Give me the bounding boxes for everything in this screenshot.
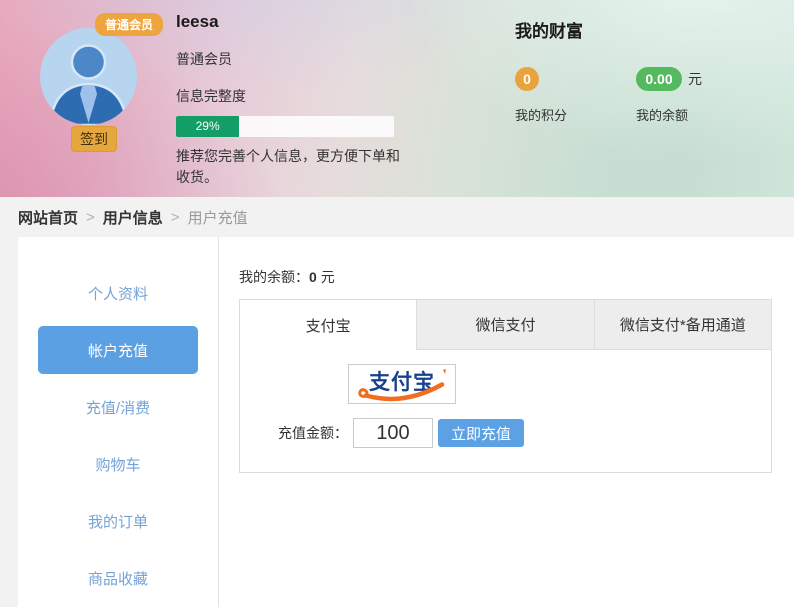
recharge-form: 充值金额： 立即充值 xyxy=(278,418,771,448)
balance-column: 0.00 元 我的余额 xyxy=(636,67,757,124)
sidebar-item-profile[interactable]: 个人资料 xyxy=(18,265,218,322)
payment-tabs: 支付宝 微信支付 微信支付*备用通道 xyxy=(240,300,771,350)
points-label: 我的积分 xyxy=(515,108,568,123)
points-badge: 0 xyxy=(515,67,539,91)
breadcrumb-separator: > xyxy=(86,208,95,226)
tab-alipay[interactable]: 支付宝 xyxy=(240,300,417,350)
balance-label: 我的余额 xyxy=(636,108,689,123)
recharge-content: 我的余额：0 元 支付宝 微信支付 微信支付*备用通道 支付宝 充值金额： 10… xyxy=(219,237,794,607)
user-info-block: leesa 普通会员 信息完整度 29% 推荐您完善个人信息，更方便下单和收货。 xyxy=(176,12,416,188)
points-column: 0 我的积分 xyxy=(515,67,636,124)
username: leesa xyxy=(176,12,219,31)
breadcrumb: 网站首页 > 用户信息 > 用户充值 xyxy=(0,197,794,237)
amount-input[interactable] xyxy=(353,418,433,448)
my-wealth-section: 我的财富 0 我的积分 0.00 元 我的余额 xyxy=(515,17,757,124)
left-gray-rail xyxy=(0,237,18,607)
alipay-trademark-tick xyxy=(443,369,446,374)
user-profile-header: 普通会员 签到 leesa 普通会员 信息完整度 29% 推荐您完善个人信息，更… xyxy=(0,0,794,197)
breadcrumb-current-page: 用户充值 xyxy=(187,209,248,227)
sidebar-item-recharge[interactable]: 帐户充值 xyxy=(38,326,198,374)
member-level-badge: 普通会员 xyxy=(95,13,164,36)
alipay-logo-box: 支付宝 xyxy=(348,364,456,404)
user-avatar[interactable] xyxy=(40,28,137,125)
user-avatar-icon xyxy=(48,44,129,125)
alipay-logo: 支付宝 xyxy=(358,369,446,402)
balance-line-unit: 元 xyxy=(320,269,335,285)
breadcrumb-separator: > xyxy=(170,208,180,226)
profile-recommendation-text: 推荐您完善个人信息，更方便下单和收货。 xyxy=(176,148,400,185)
tab-wechat-pay[interactable]: 微信支付 xyxy=(416,300,594,350)
breadcrumb-user-info-link[interactable]: 用户信息 xyxy=(103,207,163,228)
balance-unit: 元 xyxy=(688,71,702,87)
amount-label: 充值金额： xyxy=(278,425,348,441)
sidebar-item-cart[interactable]: 购物车 xyxy=(18,436,218,493)
tab-wechat-pay-backup[interactable]: 微信支付*备用通道 xyxy=(593,300,771,350)
breadcrumb-home-link[interactable]: 网站首页 xyxy=(18,207,78,228)
account-sidebar: 个人资料 帐户充值 充值/消费 购物车 我的订单 商品收藏 xyxy=(18,237,219,607)
sidebar-item-orders[interactable]: 我的订单 xyxy=(18,493,218,550)
balance-badge: 0.00 xyxy=(636,67,682,91)
completeness-progress-bar: 29% xyxy=(176,116,394,137)
recharge-now-button[interactable]: 立即充值 xyxy=(438,419,525,447)
payment-tab-box: 支付宝 微信支付 微信支付*备用通道 支付宝 充值金额： 立即充值 xyxy=(239,299,772,473)
sign-in-button[interactable]: 签到 xyxy=(71,126,117,152)
sidebar-item-recharge-history[interactable]: 充值/消费 xyxy=(18,379,218,436)
member-level-text: 普通会员 xyxy=(176,51,232,67)
balance-line: 我的余额：0 元 xyxy=(239,267,772,287)
page-body: 个人资料 帐户充值 充值/消费 购物车 我的订单 商品收藏 我的余额：0 元 支… xyxy=(0,237,794,607)
completeness-label: 信息完整度 xyxy=(176,88,246,104)
alipay-tab-content: 支付宝 充值金额： 立即充值 xyxy=(240,350,771,472)
wealth-title: 我的财富 xyxy=(515,22,583,41)
balance-line-label: 我的余额： xyxy=(239,269,309,285)
sidebar-item-favorites[interactable]: 商品收藏 xyxy=(18,550,218,607)
balance-line-value: 0 xyxy=(309,269,317,285)
progress-fill: 29% xyxy=(176,116,240,137)
